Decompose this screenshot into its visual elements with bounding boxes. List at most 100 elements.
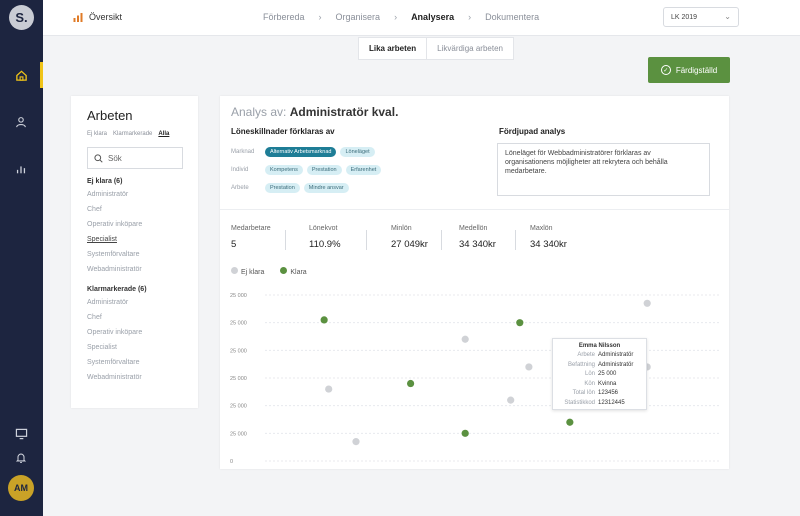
factor-row-market: Marknad Alternativ Arbetsmarknad Löneläg… [231,147,375,157]
tab-lika-arbeten[interactable]: Lika arbeten [359,38,428,59]
scatter-point[interactable] [320,316,328,324]
job-item[interactable]: Chef [87,206,182,213]
user-icon[interactable] [13,114,29,130]
job-item[interactable]: Systemförvaltare [87,359,182,366]
scatter-point[interactable] [566,418,574,426]
tab-likvardiga-arbeten[interactable]: Likvärdiga arbeten [427,38,513,59]
y-tick-label: 25 000 [230,293,247,299]
search-placeholder: Sök [108,153,122,163]
app-logo[interactable]: S. [9,5,34,30]
chevron-right-icon: › [394,12,398,22]
bell-icon[interactable] [13,449,29,465]
job-item[interactable]: Chef [87,314,182,321]
step-forbereda[interactable]: Förbereda [263,12,305,22]
salary-scatter-chart: 25 000 25 000 25 000 25 000 25 000 25 000 0 [230,293,720,465]
monitor-icon[interactable] [13,426,29,442]
active-nav-indicator [40,62,43,88]
stat-max-salary: Maxlön 34 340kr [530,225,567,250]
factor-chip[interactable]: Prestation [265,183,300,193]
job-item[interactable]: Operativ inköpare [87,329,182,336]
step-dokumentera[interactable]: Dokumentera [485,12,539,22]
job-item[interactable]: Webadministratör [87,374,182,381]
stat-value: 110.9% [309,239,341,250]
job-item[interactable]: Administratör [87,299,182,306]
tooltip-name: Emma Nilsson [578,343,621,349]
filter-alla[interactable]: Alla [158,131,169,137]
scatter-point[interactable] [461,335,469,343]
legend-item-ej-klara[interactable]: Ej klara [231,267,264,276]
job-item[interactable]: Webadministratör [87,266,182,273]
stat-label: Maxlön [530,225,553,232]
scatter-point[interactable] [516,319,524,327]
job-item[interactable]: Specialist [87,344,182,351]
factor-chip[interactable]: Alternativ Arbetsmarknad [265,147,337,157]
year-select[interactable]: LK 2019 ⌄ [663,7,739,27]
step-organisera[interactable]: Organisera [336,12,381,22]
y-tick-label: 25 000 [230,376,247,382]
search-input[interactable]: Sök [87,147,183,169]
filter-ej-klara[interactable]: Ej klara [87,131,107,137]
factor-chip[interactable]: Löneläget [340,147,375,157]
avatar[interactable]: AM [8,475,34,501]
scatter-point[interactable] [507,396,515,404]
left-rail: S. AM [0,0,43,516]
factor-chip[interactable]: Prestation [306,165,342,175]
explained-by-label: Löneskillnader förklaras av [231,127,335,136]
scatter-point[interactable] [643,299,651,307]
step-analysera[interactable]: Analysera [411,12,454,22]
check-icon: ✓ [660,65,671,75]
analysis-title-job: Administratör kval. [289,105,399,119]
home-icon[interactable] [13,67,29,83]
scatter-point[interactable] [525,363,533,371]
tooltip-row: Befattning Administratör [567,361,634,368]
deep-analysis-label: Fördjupad analys [499,127,566,136]
scatter-point[interactable] [352,438,360,446]
stat-divider [366,230,367,250]
factor-label: Arbete [231,185,249,191]
tooltip-row: Statistikkod 12312445 [564,399,625,406]
chevron-down-icon: ⌄ [724,12,731,21]
jobs-title: Arbeten [87,108,133,123]
stat-divider [515,230,516,250]
comparison-tabs: Lika arbeten Likvärdiga arbeten [358,37,514,60]
stat-value: 27 049kr [391,239,428,250]
group-klarmarkerade-title: Klarmarkerade (6) [87,286,147,293]
stat-divider [441,230,442,250]
chevron-right-icon: › [318,12,322,22]
factor-label: Marknad [231,149,255,155]
job-item[interactable]: Operativ inköpare [87,221,182,228]
stat-employees: Medarbetare 5 [231,225,271,250]
factor-chip[interactable]: Erfarenhet [345,165,382,175]
top-bar: Översikt Förbereda › Organisera › Analys… [43,0,800,36]
job-item-selected[interactable]: Specialist [87,236,182,243]
job-item[interactable]: Administratör [87,191,182,198]
filter-klarmarkerade[interactable]: Klarmarkerade [113,131,152,137]
chevron-right-icon: › [468,12,472,22]
deep-analysis-textarea[interactable]: Löneläget för Webbadministratörer förkla… [497,143,710,196]
factor-row-work: Arbete Prestation Mindre ansvar [231,183,349,193]
y-tick-label: 25 000 [230,321,247,327]
stat-label: Medarbetare [231,225,271,232]
factor-row-individual: Individ Kompetens Prestation Erfarenhet [231,165,382,175]
factor-chip[interactable]: Kompetens [265,165,303,175]
scatter-point[interactable] [461,429,469,437]
stat-label: Lönekvot [309,225,338,232]
bar-chart-icon [73,12,83,22]
scatter-point[interactable] [407,379,415,388]
factor-chip[interactable]: Mindre ansvar [303,183,349,193]
chart-legend: Ej klara Klara [231,267,307,276]
search-icon [94,153,103,163]
tooltip-row: Lön 25 000 [584,371,617,378]
chart-icon[interactable] [13,161,29,177]
overview-link[interactable]: Översikt [73,12,122,22]
tooltip-row: Kön Kvinna [584,380,617,387]
analysis-panel: Analys av: Administratör kval. Löneskill… [220,96,729,469]
job-item[interactable]: Systemförvaltare [87,251,182,258]
group-ej-klara-title: Ej klara (6) [87,178,123,185]
legend-item-klara[interactable]: Klara [280,267,307,276]
scatter-point[interactable] [325,385,333,393]
stat-label: Minlön [391,225,412,232]
stat-value: 34 340kr [459,239,496,250]
divider [220,209,729,210]
completed-button[interactable]: ✓ Färdigställd [648,57,730,83]
